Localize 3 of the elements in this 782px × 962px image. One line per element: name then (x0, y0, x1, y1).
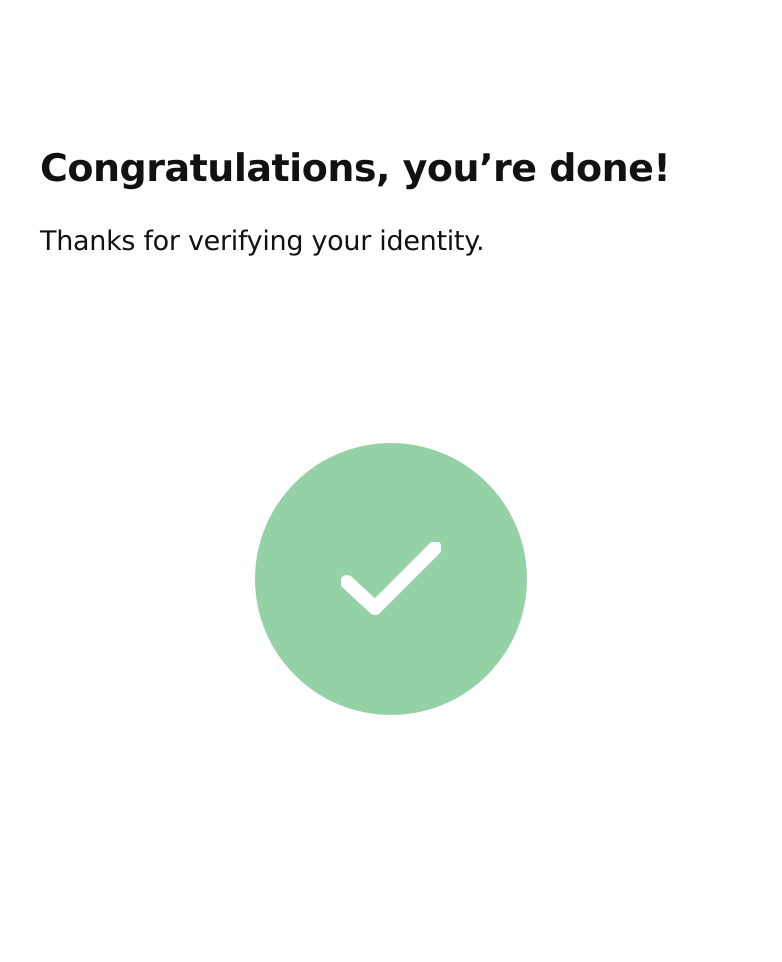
page-title: Congratulations, you’re done! (40, 145, 672, 192)
checkmark-icon (341, 542, 441, 616)
message-text: Thanks for verifying your identity. (40, 225, 486, 259)
